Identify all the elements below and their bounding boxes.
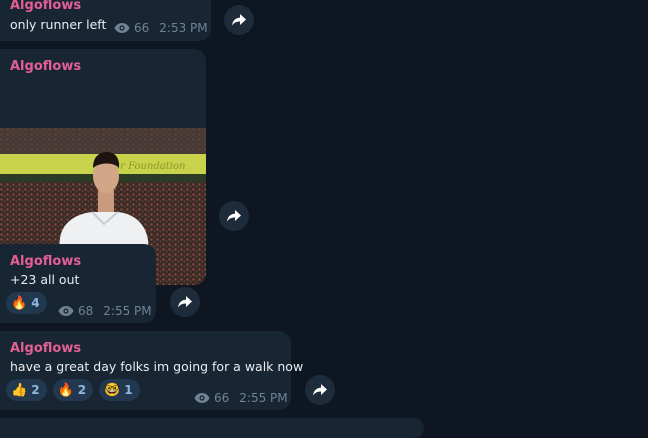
forward-arrow-icon <box>313 384 327 396</box>
thumbs-up-icon: 👍 <box>11 382 28 398</box>
forward-button[interactable] <box>305 375 335 405</box>
reaction-count: 4 <box>31 296 40 310</box>
sender-name[interactable]: Algoflows <box>10 341 81 356</box>
reaction-fire[interactable]: 🔥 2 <box>52 379 94 401</box>
message-time: 2:55 PM <box>239 391 288 405</box>
forward-button[interactable] <box>219 201 249 231</box>
message-meta: 66 2:53 PM <box>114 21 208 35</box>
reaction-count: 2 <box>77 383 87 397</box>
reaction-thumbs-up[interactable]: 👍 2 <box>6 379 47 401</box>
forward-button[interactable] <box>224 5 254 35</box>
message-bubble-1[interactable]: Algoflows only runner left 66 2:53 PM <box>0 0 211 41</box>
message-bubble-4[interactable]: Algoflows have a great day folks im goin… <box>0 331 303 410</box>
message-text: +23 all out <box>10 272 80 287</box>
reaction-fire[interactable]: 🔥 4 <box>6 292 47 314</box>
view-count: 68 <box>78 304 94 318</box>
message-bubble-3[interactable]: Algoflows +23 all out 🔥 4 68 2:55 PM <box>0 244 156 323</box>
fire-icon: 🔥 <box>11 295 28 311</box>
sender-name[interactable]: Algoflows <box>10 254 81 269</box>
view-count: 66 <box>214 391 230 405</box>
forward-arrow-icon <box>178 296 192 308</box>
message-text: only runner left <box>10 17 107 32</box>
reactions-bar: 👍 2 🔥 2 🤓 1 <box>6 379 140 401</box>
reaction-nerd[interactable]: 🤓 1 <box>99 379 140 401</box>
message-bubble-5[interactable] <box>0 418 424 438</box>
message-meta: 66 2:55 PM <box>194 391 288 405</box>
forward-arrow-icon <box>232 14 246 26</box>
message-text: have a great day folks im going for a wa… <box>10 359 304 374</box>
nerd-face-icon: 🤓 <box>104 382 121 398</box>
reactions-bar: 🔥 4 <box>6 292 47 314</box>
reaction-count: 1 <box>124 383 133 397</box>
forward-arrow-icon <box>227 210 241 222</box>
message-meta: 68 2:55 PM <box>58 304 152 318</box>
eye-icon <box>58 306 74 316</box>
message-bubble-2[interactable]: Algoflows Qatar Foundation bwin <box>0 49 206 285</box>
fire-icon: 🔥 <box>57 382 74 398</box>
message-time: 2:53 PM <box>159 21 208 35</box>
sender-name[interactable]: Algoflows <box>10 59 81 74</box>
view-count: 66 <box>134 21 150 35</box>
forward-button[interactable] <box>170 287 200 317</box>
sender-name[interactable]: Algoflows <box>10 0 81 13</box>
eye-icon <box>194 393 210 403</box>
message-time: 2:55 PM <box>103 304 152 318</box>
reaction-count: 2 <box>31 383 40 397</box>
eye-icon <box>114 23 130 33</box>
